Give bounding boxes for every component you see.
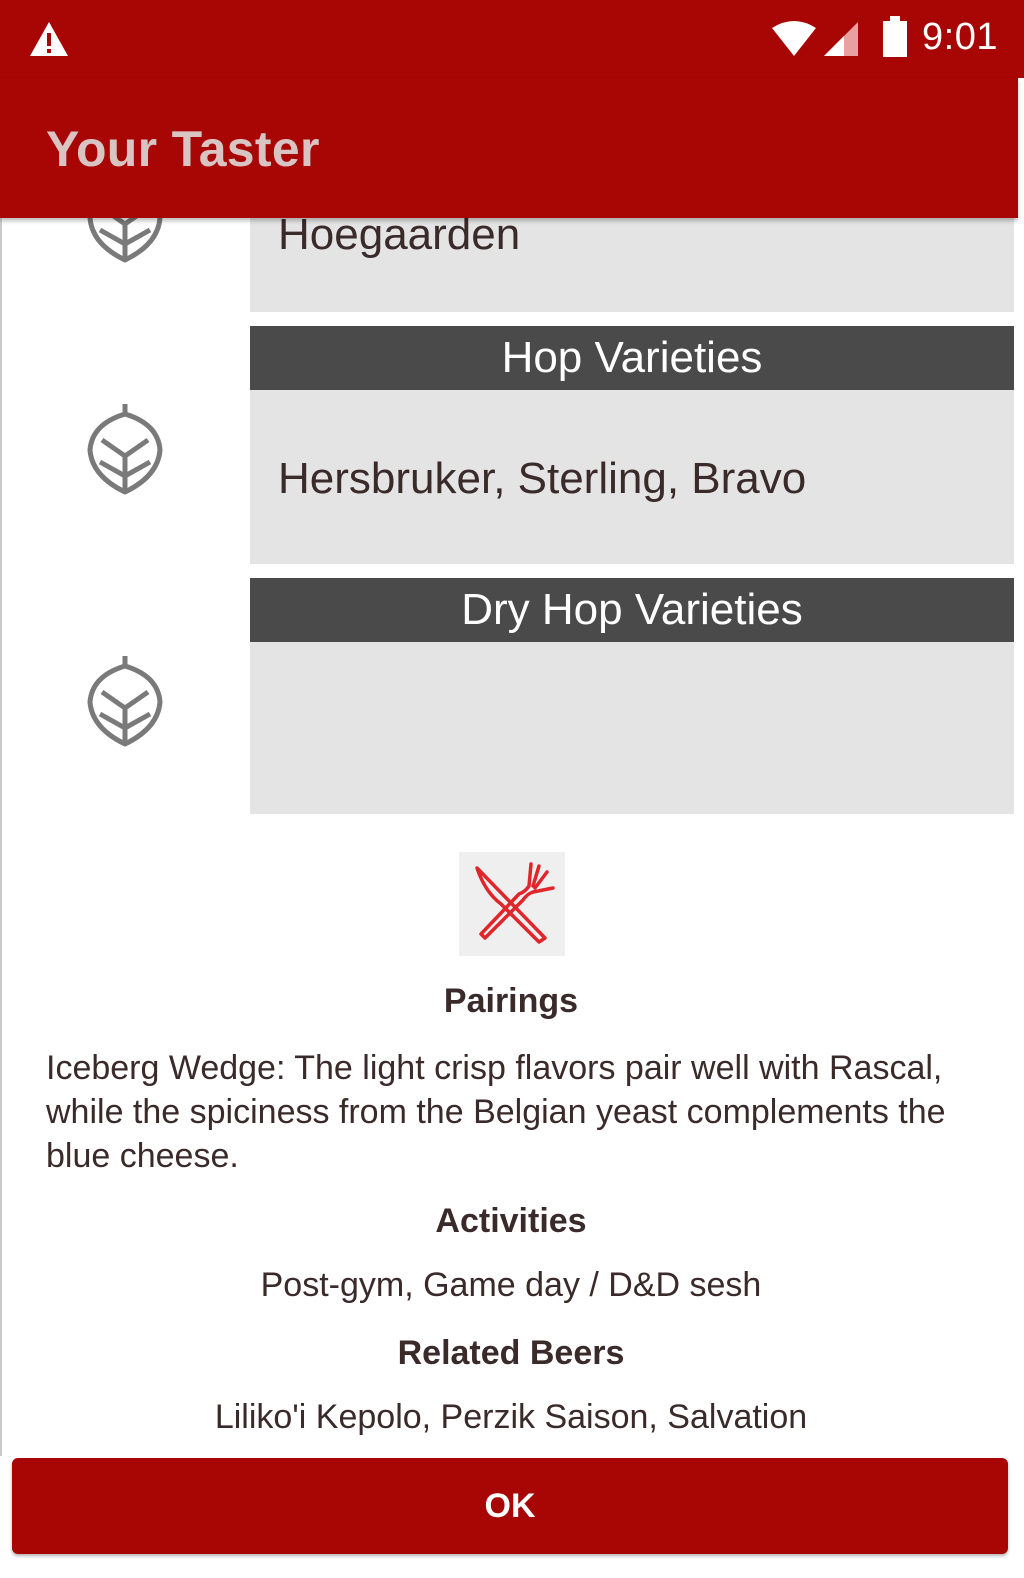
related-beers-title: Related Beers xyxy=(397,1334,625,1372)
activities-text: Post-gym, Game day / D&D sesh xyxy=(260,1266,762,1304)
card-value: Hoegaarden xyxy=(278,218,521,259)
pairings-icon-box xyxy=(459,852,565,956)
activities-title: Activities xyxy=(435,1202,587,1240)
wifi-icon xyxy=(772,21,816,56)
status-bar: 9:01 xyxy=(0,0,1024,78)
taster-details[interactable]: Hoegaarden Hop Varieties Hersbruker, Ste… xyxy=(0,218,1018,1456)
clock: 9:01 xyxy=(922,16,998,58)
hop-icon xyxy=(87,218,163,263)
dry-hop-varieties-header: Dry Hop Varieties xyxy=(250,578,1014,642)
hop-icon xyxy=(87,404,163,495)
signal-icon xyxy=(824,22,858,56)
cutlery-icon xyxy=(475,862,555,944)
app-bar: Your Taster xyxy=(0,78,1018,218)
related-beers-text: Liliko'i Kepolo, Perzik Saison, Salvatio… xyxy=(214,1398,808,1436)
pairings-text: Iceberg Wedge: The light crisp flavors p… xyxy=(46,1049,946,1175)
warning-icon xyxy=(30,22,68,56)
page-title: Your Taster xyxy=(46,121,320,177)
hop-varieties-value: Hersbruker, Sterling, Bravo xyxy=(278,454,807,503)
pairings-title: Pairings xyxy=(443,982,579,1020)
ok-button[interactable]: OK xyxy=(12,1458,1008,1554)
hop-icon xyxy=(87,656,163,747)
hop-varieties-header: Hop Varieties xyxy=(250,326,1014,390)
battery-icon xyxy=(883,16,907,57)
